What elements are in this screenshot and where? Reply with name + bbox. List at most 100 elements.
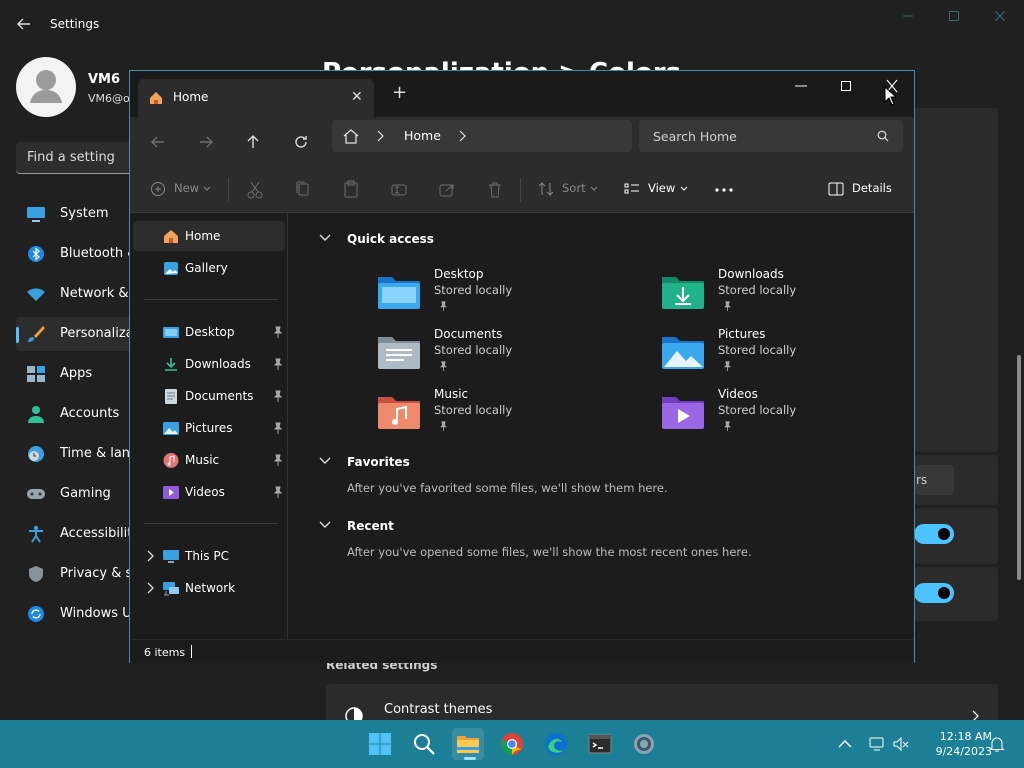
sidebar-item-videos[interactable]: Videos — [133, 477, 285, 507]
taskbar-edge[interactable] — [540, 728, 572, 760]
pin-icon[interactable] — [273, 326, 283, 338]
sidebar-item-network[interactable]: Network — [133, 573, 285, 603]
colors-card — [914, 108, 998, 452]
pin-icon[interactable] — [273, 390, 283, 402]
sidebar-item-this-pc[interactable]: This PC — [133, 541, 285, 571]
pin-icon[interactable] — [273, 422, 283, 434]
sidebar-item-time-language[interactable]: Time & language — [16, 437, 171, 471]
paste-icon[interactable] — [342, 179, 360, 201]
taskbar-search-button[interactable] — [408, 728, 440, 760]
chevron-down-icon[interactable] — [319, 457, 331, 465]
chevron-down-icon[interactable] — [319, 521, 331, 529]
transparency-toggle[interactable] — [914, 524, 954, 544]
maximize-icon[interactable] — [837, 79, 855, 93]
home-icon[interactable] — [342, 128, 360, 144]
start-button[interactable] — [364, 728, 396, 760]
quick-access-downloads[interactable]: Downloads Stored locally — [661, 267, 901, 323]
cut-icon[interactable] — [246, 179, 264, 201]
video-icon — [163, 486, 179, 499]
sidebar-item-windows-update[interactable]: Windows Update — [16, 597, 169, 631]
content-pane: Quick access Desktop Stored locally Down… — [289, 213, 914, 639]
sidebar-item-label: Accounts — [60, 406, 120, 421]
sidebar-item-bluetooth[interactable]: Bluetooth & devices — [16, 237, 191, 271]
sidebar-item-desktop[interactable]: Desktop — [133, 317, 285, 347]
refresh-icon[interactable] — [291, 132, 311, 152]
sidebar-item-privacy[interactable]: Privacy & security — [16, 557, 177, 591]
contrast-themes-label: Contrast themes — [384, 702, 493, 717]
pin-icon — [723, 301, 732, 311]
sidebar-item-gaming[interactable]: Gaming — [16, 477, 136, 511]
back-arrow-icon[interactable] — [148, 132, 168, 152]
sidebar-item-downloads[interactable]: Downloads — [133, 349, 285, 379]
quick-access-pictures[interactable]: Pictures Stored locally — [661, 327, 901, 383]
recent-empty-message: After you've opened some files, we'll sh… — [347, 545, 752, 559]
contrast-themes-card[interactable]: Contrast themes — [326, 684, 998, 725]
pin-icon[interactable] — [273, 486, 283, 498]
copy-icon[interactable] — [294, 179, 312, 201]
pin-icon[interactable] — [273, 358, 283, 370]
new-tab-icon[interactable]: + — [392, 84, 407, 102]
quick-access-documents[interactable]: Documents Stored locally — [377, 327, 617, 383]
quick-access-music[interactable]: Music Stored locally — [377, 387, 617, 443]
quick-access-desktop[interactable]: Desktop Stored locally — [377, 267, 617, 323]
pin-icon[interactable] — [273, 454, 283, 466]
chevron-up-icon[interactable] — [836, 735, 854, 753]
chevron-right-icon[interactable] — [145, 550, 155, 562]
section-favorites[interactable]: Favorites — [347, 455, 410, 469]
notification-bell-icon[interactable] — [988, 735, 1006, 753]
item-name: Music — [434, 387, 469, 401]
section-recent[interactable]: Recent — [347, 519, 394, 533]
back-arrow-icon[interactable] — [14, 14, 34, 34]
sidebar-item-pictures[interactable]: Pictures — [133, 413, 285, 443]
breadcrumb-home[interactable]: Home — [404, 128, 441, 143]
minimize-icon[interactable] — [900, 8, 916, 24]
sidebar-item-accounts[interactable]: Accounts — [16, 397, 136, 431]
sidebar-item-apps[interactable]: Apps — [16, 357, 136, 391]
chevron-right-icon[interactable] — [458, 130, 466, 142]
minimize-icon[interactable] — [792, 79, 810, 93]
view-colors-button[interactable]: rs — [914, 465, 954, 495]
chevron-down-icon[interactable] — [319, 234, 331, 242]
sidebar-item-network[interactable]: Network & internet — [16, 277, 184, 311]
avatar[interactable] — [16, 57, 76, 117]
chevron-right-icon[interactable] — [145, 582, 155, 594]
sidebar-item-gallery[interactable]: Gallery — [133, 253, 285, 283]
network-status-icon[interactable] — [868, 735, 886, 753]
sidebar-item-home[interactable]: Home — [133, 221, 285, 251]
taskbar-file-explorer[interactable] — [452, 728, 484, 760]
sidebar-item-music[interactable]: Music — [133, 445, 285, 475]
search-icon — [414, 734, 435, 755]
item-status: Stored locally — [434, 283, 513, 297]
close-icon[interactable] — [992, 8, 1008, 24]
chevron-down-icon — [680, 186, 688, 191]
more-options-icon[interactable] — [714, 179, 734, 201]
delete-icon[interactable] — [486, 179, 504, 201]
accent-toggle[interactable] — [914, 583, 954, 603]
section-quick-access[interactable]: Quick access — [347, 232, 434, 246]
taskbar-settings[interactable] — [628, 728, 660, 760]
sidebar-item-documents[interactable]: Documents — [133, 381, 285, 411]
up-arrow-icon[interactable] — [243, 132, 263, 152]
rename-icon[interactable] — [390, 179, 408, 201]
breadcrumb[interactable]: Home — [332, 120, 632, 152]
sidebar-item-personalization[interactable]: Personalization — [16, 317, 159, 351]
volume-muted-icon[interactable] — [892, 735, 910, 753]
tab-home[interactable]: Home ✕ — [138, 79, 374, 117]
settings-scrollbar[interactable] — [1017, 355, 1021, 580]
find-setting-input[interactable]: Find a setting — [16, 142, 136, 174]
taskbar-chrome[interactable] — [496, 728, 528, 760]
quick-access-videos[interactable]: Videos Stored locally — [661, 387, 901, 443]
maximize-icon[interactable] — [946, 8, 962, 24]
close-tab-icon[interactable]: ✕ — [351, 89, 363, 105]
sidebar-item-system[interactable]: System — [16, 197, 136, 231]
search-input[interactable]: Search Home — [639, 120, 903, 152]
share-icon[interactable] — [438, 179, 456, 201]
clock[interactable]: 12:18 AM 9/24/2023 — [916, 729, 992, 759]
forward-arrow-icon[interactable] — [196, 132, 216, 152]
chevron-right-icon[interactable] — [376, 130, 384, 142]
taskbar-terminal[interactable] — [584, 728, 616, 760]
sidebar-item-accessibility[interactable]: Accessibility — [16, 517, 140, 551]
chevron-down-icon — [590, 186, 598, 191]
item-status: Stored locally — [718, 403, 797, 417]
item-name: Documents — [434, 327, 503, 341]
